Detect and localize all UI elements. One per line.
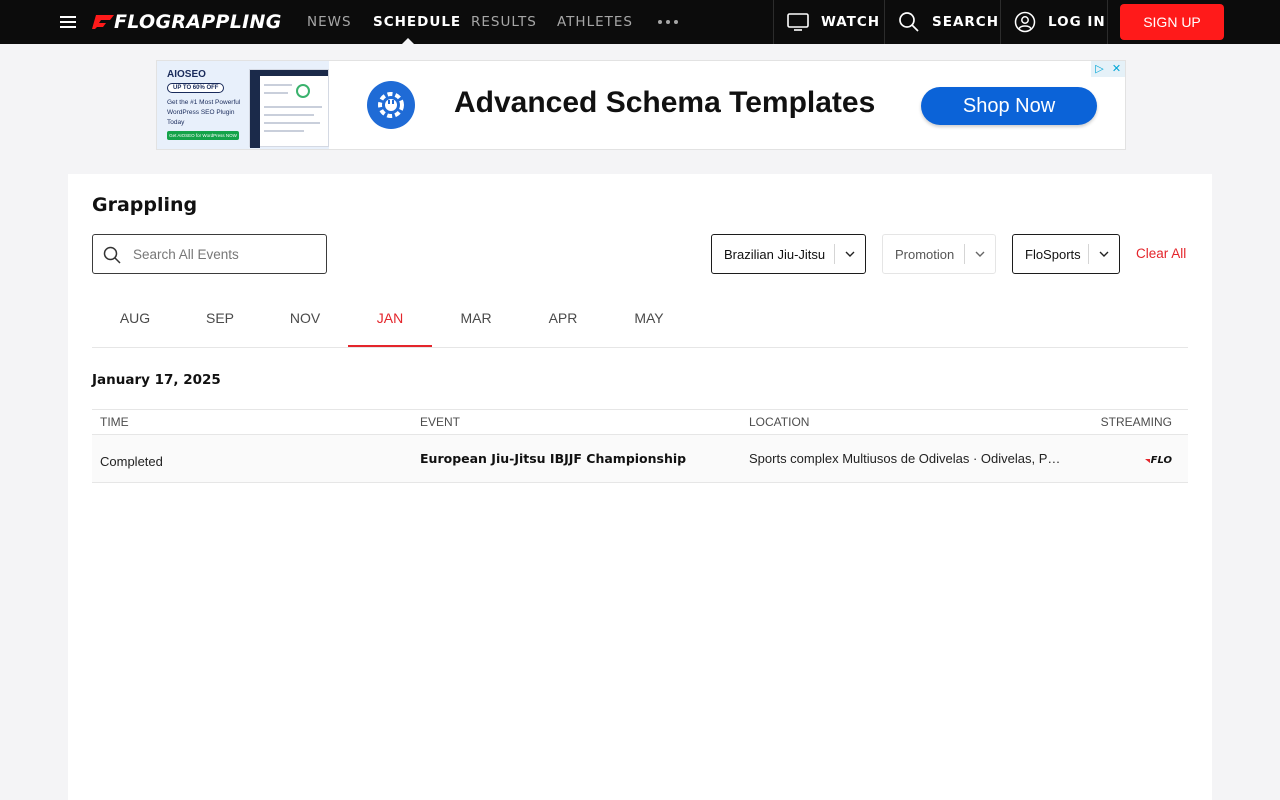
event-name-link[interactable]: European Jiu-Jitsu IBJJF Championship — [420, 451, 686, 466]
month-tabs: AUG SEP NOV JAN MAR APR MAY — [92, 294, 1188, 348]
plugin-icon — [367, 81, 415, 129]
watch-button[interactable]: WATCH — [787, 0, 880, 44]
column-header-location: LOCATION — [749, 415, 810, 429]
user-icon — [1014, 11, 1036, 33]
column-header-time: TIME — [100, 415, 129, 429]
site-logo-text: FLOGRAPPLING — [114, 11, 282, 33]
sport-filter[interactable]: Brazilian Jiu-Jitsu — [711, 234, 866, 274]
close-icon[interactable]: ✕ — [1108, 61, 1125, 77]
event-location: Sports complex Multiusos de Odivelas · O… — [749, 451, 1061, 466]
nav-divider — [1000, 0, 1001, 44]
ad-choices[interactable]: ▷ ✕ — [1091, 61, 1125, 77]
column-header-streaming: STREAMING — [1100, 415, 1172, 429]
ad-headline: Advanced Schema Templates — [454, 86, 876, 119]
column-header-event: EVENT — [420, 415, 461, 429]
nav-link-schedule[interactable]: SCHEDULE — [373, 0, 461, 44]
ad-choices-icon[interactable]: ▷ — [1091, 61, 1108, 77]
ad-shop-now-button[interactable]: Shop Now — [921, 87, 1097, 125]
tv-icon — [787, 13, 809, 31]
more-icon[interactable] — [658, 20, 678, 24]
search-button[interactable]: SEARCH — [898, 0, 999, 44]
table-row[interactable]: Completed European Jiu-Jitsu IBJJF Champ… — [92, 435, 1188, 483]
nav-divider — [884, 0, 885, 44]
tab-jan[interactable]: JAN — [348, 294, 432, 347]
table-header: TIME EVENT LOCATION STREAMING — [92, 409, 1188, 435]
site-logo[interactable]: FLOGRAPPLING — [92, 10, 282, 34]
ad-thumb-offer: UP TO 60% OFF — [167, 83, 225, 93]
ad-thumbnail: AIOSEO UP TO 60% OFF Get the #1 Most Pow… — [157, 61, 329, 149]
streaming-label: FLO — [1150, 455, 1172, 466]
date-heading: January 17, 2025 — [92, 372, 221, 388]
chevron-down-icon — [1089, 234, 1119, 274]
page-title: Grappling — [92, 194, 198, 216]
flo-icon — [1144, 458, 1150, 463]
login-label: LOG IN — [1048, 14, 1106, 30]
tab-may[interactable]: MAY — [606, 294, 692, 348]
signup-button[interactable]: SIGN UP — [1120, 4, 1224, 40]
search-icon — [103, 246, 121, 264]
ad-thumb-cta: Get AIOSEO for WordPress NOW — [167, 131, 239, 140]
tab-mar[interactable]: MAR — [432, 294, 520, 348]
nav-link-news[interactable]: NEWS — [307, 0, 352, 44]
search-icon — [899, 12, 919, 32]
menu-icon[interactable] — [60, 15, 76, 29]
promotion-filter-value: Promotion — [895, 246, 955, 262]
event-search[interactable] — [92, 234, 327, 274]
events-table: TIME EVENT LOCATION STREAMING Completed … — [92, 409, 1188, 483]
ad-screenshot-image — [249, 69, 329, 148]
nav-link-athletes[interactable]: ATHLETES — [557, 0, 633, 44]
chevron-down-icon — [835, 234, 865, 274]
search-input[interactable] — [133, 246, 313, 262]
tab-aug[interactable]: AUG — [92, 294, 178, 348]
event-status: Completed — [100, 454, 163, 469]
tab-sep[interactable]: SEP — [178, 294, 262, 348]
tab-nov[interactable]: NOV — [262, 294, 348, 348]
login-button[interactable]: LOG IN — [1014, 0, 1106, 44]
watch-label: WATCH — [821, 14, 881, 30]
ad-banner[interactable]: AIOSEO UP TO 60% OFF Get the #1 Most Pow… — [156, 60, 1126, 150]
tab-apr[interactable]: APR — [520, 294, 606, 348]
nav-link-results[interactable]: RESULTS — [471, 0, 537, 44]
promotion-filter[interactable]: Promotion — [882, 234, 996, 274]
platform-filter-value: FloSports — [1025, 246, 1081, 262]
flo-logo-icon — [92, 15, 114, 29]
nav-divider — [773, 0, 774, 44]
top-nav: FLOGRAPPLING NEWS SCHEDULE RESULTS ATHLE… — [0, 0, 1280, 44]
sport-filter-value: Brazilian Jiu-Jitsu — [724, 246, 826, 262]
ad-thumb-brand: AIOSEO — [167, 69, 206, 80]
streaming-logo[interactable]: FLO — [1144, 455, 1172, 466]
search-label: SEARCH — [932, 14, 999, 30]
ad-thumb-copy: Get the #1 Most Powerful WordPress SEO P… — [167, 99, 241, 126]
platform-filter[interactable]: FloSports — [1012, 234, 1120, 274]
chevron-down-icon — [965, 234, 995, 274]
clear-all-button[interactable]: Clear All — [1136, 246, 1186, 261]
nav-divider — [1107, 0, 1108, 44]
active-nav-indicator — [402, 38, 414, 44]
schedule-panel: Grappling Brazilian Jiu-Jitsu Promotion … — [68, 174, 1212, 800]
